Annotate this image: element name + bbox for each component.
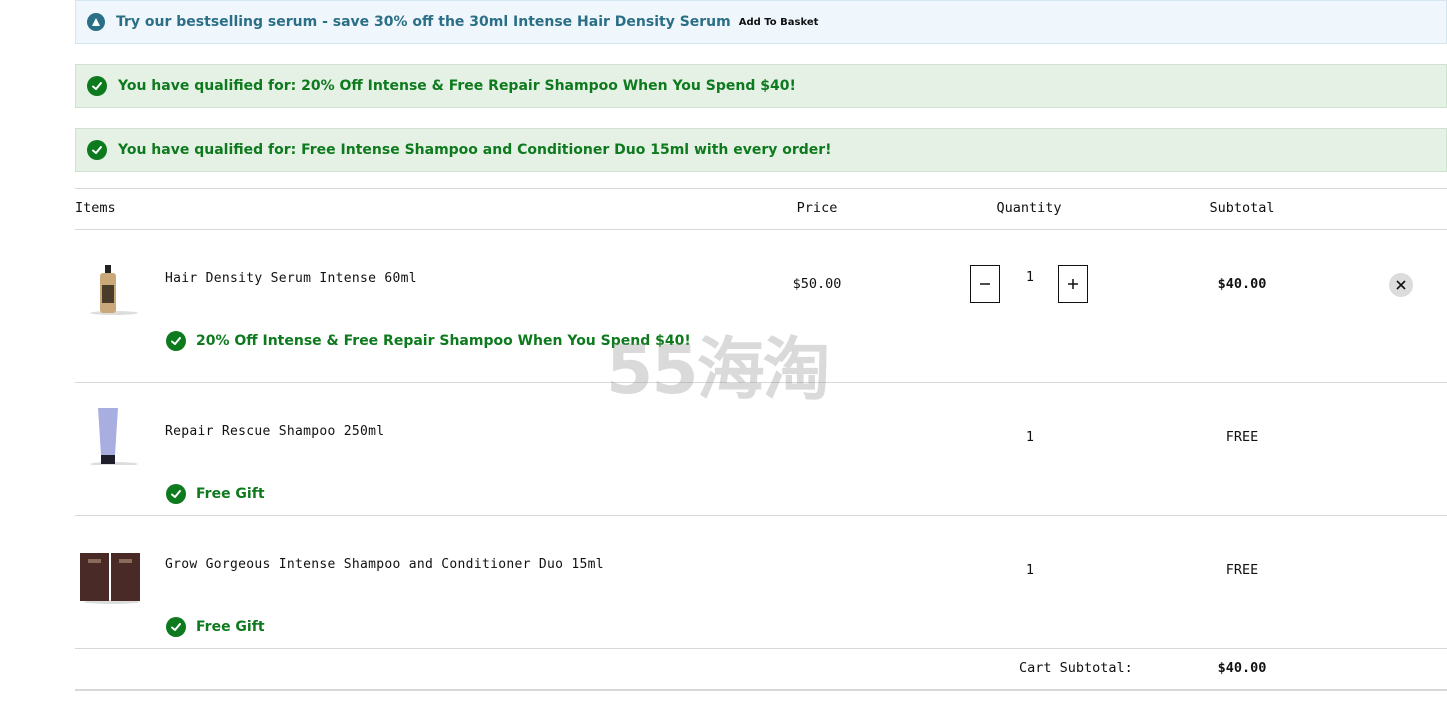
- product-image-serum: [90, 265, 138, 315]
- cart-subtotal-label: Cart Subtotal:: [1019, 660, 1133, 676]
- upsell-text: Try our bestselling serum - save 30% off…: [116, 14, 731, 30]
- product-image-duo: [80, 553, 140, 604]
- info-icon: [87, 13, 105, 31]
- qualified-banner: You have qualified for: Free Intense Sha…: [75, 128, 1447, 172]
- check-circle-icon: [166, 617, 186, 637]
- divider: [75, 382, 1447, 383]
- divider: [75, 229, 1447, 230]
- header-subtotal: Subtotal: [1209, 200, 1275, 216]
- item-subtotal: FREE: [1225, 429, 1259, 445]
- plus-icon: [1068, 279, 1078, 289]
- minus-icon: [980, 283, 990, 285]
- item-name[interactable]: Grow Gorgeous Intense Shampoo and Condit…: [165, 557, 604, 572]
- promo-label: Free Gift: [166, 484, 265, 504]
- check-circle-icon: [87, 76, 107, 96]
- divider: [75, 648, 1447, 649]
- divider: [75, 689, 1447, 691]
- promo-text: Free Gift: [196, 486, 265, 502]
- promo-text: 20% Off Intense & Free Repair Shampoo Wh…: [196, 333, 691, 349]
- watermark: 55海淘: [606, 331, 831, 410]
- divider: [75, 515, 1447, 516]
- item-subtotal: $40.00: [1217, 276, 1267, 292]
- quantity-value[interactable]: 1: [1026, 269, 1034, 285]
- header-quantity: Quantity: [996, 200, 1062, 216]
- qualified-text: You have qualified for: Free Intense Sha…: [118, 142, 832, 158]
- check-circle-icon: [166, 484, 186, 504]
- qualified-text: You have qualified for: 20% Off Intense …: [118, 78, 796, 94]
- promo-text: Free Gift: [196, 619, 265, 635]
- quantity-value: 1: [1025, 562, 1035, 578]
- item-subtotal: FREE: [1225, 562, 1259, 578]
- item-name[interactable]: Hair Density Serum Intense 60ml: [165, 271, 417, 286]
- promo-label: 20% Off Intense & Free Repair Shampoo Wh…: [166, 331, 691, 351]
- check-circle-icon: [166, 331, 186, 351]
- item-name[interactable]: Repair Rescue Shampoo 250ml: [165, 424, 384, 439]
- divider: [75, 188, 1447, 189]
- header-price: Price: [796, 200, 838, 216]
- cart-subtotal-value: $40.00: [1217, 660, 1267, 676]
- quantity-value: 1: [1025, 429, 1035, 445]
- quantity-increase-button[interactable]: [1058, 265, 1088, 303]
- quantity-decrease-button[interactable]: [970, 265, 1000, 303]
- header-items: Items: [75, 200, 116, 216]
- promo-label: Free Gift: [166, 617, 265, 637]
- product-image-shampoo: [90, 408, 138, 465]
- close-icon: [1396, 280, 1406, 290]
- check-circle-icon: [87, 140, 107, 160]
- item-price: $50.00: [792, 276, 842, 292]
- qualified-banner: You have qualified for: 20% Off Intense …: [75, 64, 1447, 108]
- upsell-banner: Try our bestselling serum - save 30% off…: [75, 0, 1447, 44]
- add-to-basket-button[interactable]: Add To Basket: [739, 17, 819, 28]
- remove-item-button[interactable]: [1389, 273, 1413, 297]
